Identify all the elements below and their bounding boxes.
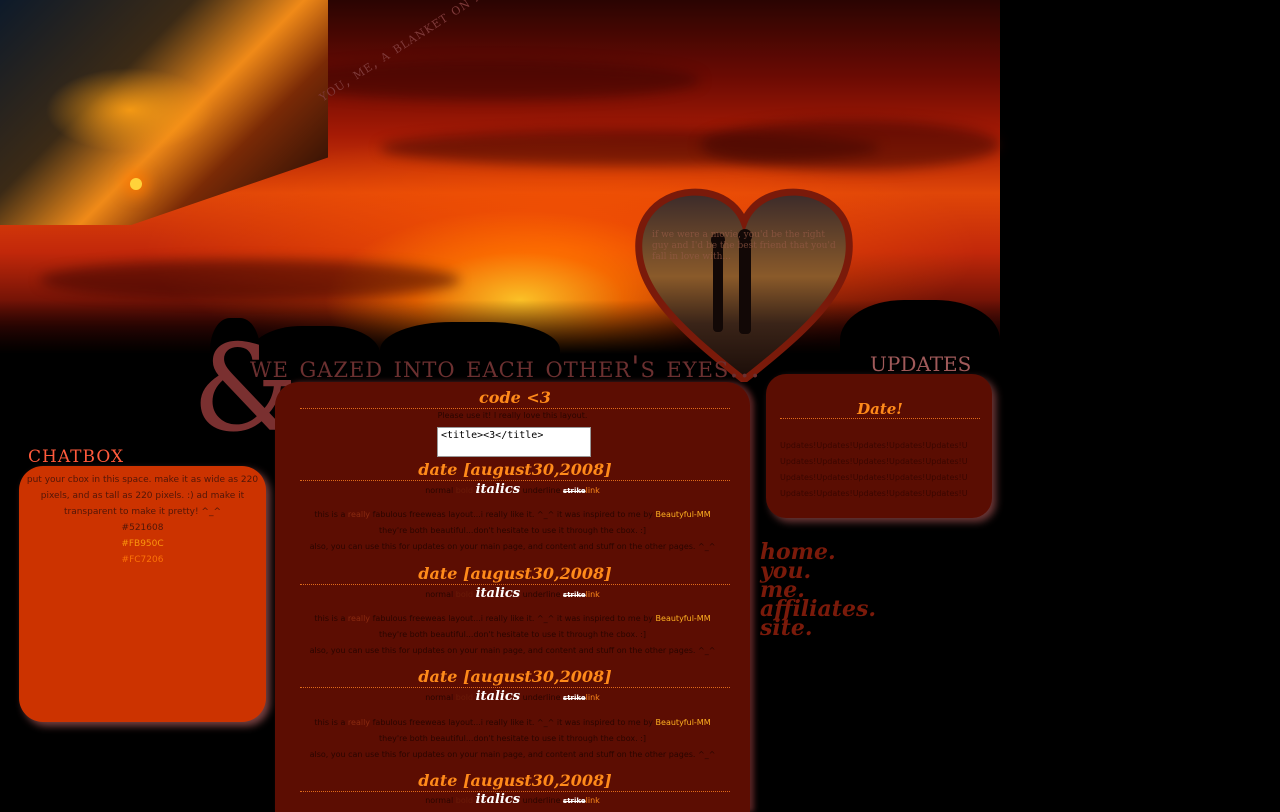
body-text: really — [347, 614, 371, 623]
updates-line: Updates!Updates!Updates!Updates!Updates!… — [780, 489, 968, 498]
italics-sample: italics — [475, 586, 521, 601]
code-note: Please use it! I really love this layout… — [437, 411, 588, 420]
entry-date: date [august30,2008] — [300, 667, 730, 688]
link-sample[interactable]: link — [586, 796, 600, 805]
italics-sample: italics — [475, 482, 521, 497]
underline-sample: underline — [522, 590, 561, 599]
body-text: they're both beautiful...don't hesitate … — [379, 526, 646, 535]
entry-body: this is a really fabulous freeweas layou… — [275, 611, 750, 659]
format-sample-row: normal bold italics underline strikelink — [275, 689, 750, 704]
italics-sample: italics — [475, 689, 521, 704]
body-text: fabulous freeweas layout...i really like… — [372, 614, 653, 623]
bold-sample: bold — [455, 693, 474, 702]
underline-sample: underline — [522, 486, 561, 495]
body-text: really — [347, 718, 371, 727]
body-text: also, you can use this for updates on yo… — [309, 646, 716, 655]
main-content-panel: code <3 Please use it! I really love thi… — [275, 382, 750, 812]
link-sample[interactable]: link — [586, 590, 600, 599]
color-code: #521608 — [121, 523, 164, 533]
updates-line: Updates!Updates!Updates!Updates!Updates!… — [780, 473, 968, 482]
strike-sample: strike — [563, 694, 586, 702]
body-text: really — [347, 510, 371, 519]
site-navigation: home. you. me. affiliates. site. — [760, 541, 876, 639]
strike-sample: strike — [563, 797, 586, 805]
chatbox-title: chatbox — [28, 440, 125, 468]
link-sample[interactable]: link — [586, 693, 600, 702]
chatbox-panel[interactable]: put your cbox in this space. make it as … — [19, 466, 266, 722]
entry-date: date [august30,2008] — [300, 460, 730, 481]
underline-sample: underline — [522, 796, 561, 805]
bold-sample: bold — [455, 590, 474, 599]
body-text: this is a — [314, 614, 346, 623]
format-sample-row: normal bold italics underline strikelink — [275, 586, 750, 601]
body-text: this is a — [314, 718, 346, 727]
link-sample[interactable]: link — [586, 486, 600, 495]
entry-body: this is a really fabulous freeweas layou… — [275, 715, 750, 763]
body-text: they're both beautiful...don't hesitate … — [379, 630, 646, 639]
strike-sample: strike — [563, 487, 586, 495]
normal-sample: normal — [425, 796, 454, 805]
strike-sample: strike — [563, 591, 586, 599]
entry-date: date [august30,2008] — [300, 771, 730, 792]
heart-caption: if we were a movie, you'd be the right g… — [652, 230, 836, 262]
color-code: #FB950C — [121, 539, 164, 549]
updates-panel: Date! Updates!Updates!Updates!Updates!Up… — [766, 374, 992, 518]
entry-body: this is a really fabulous freeweas layou… — [275, 507, 750, 555]
format-sample-row: normal bold italics underline strikelink — [275, 482, 750, 497]
credit-link[interactable]: Beautyful-MM — [656, 510, 711, 519]
updates-line: Updates!Updates!Updates!Updates!Updates!… — [780, 457, 968, 466]
color-code: #FC7206 — [121, 555, 164, 565]
entry-date: date [august30,2008] — [300, 564, 730, 585]
normal-sample: normal — [425, 693, 454, 702]
updates-text: Updates!Updates!Updates!Updates!Updates!… — [780, 438, 980, 502]
body-text: this is a — [314, 510, 346, 519]
body-text: also, you can use this for updates on yo… — [309, 542, 716, 551]
code-heading: code <3 — [300, 388, 730, 409]
body-text: they're both beautiful...don't hesitate … — [379, 734, 646, 743]
chatbox-description: put your cbox in this space. make it as … — [26, 475, 259, 517]
bold-sample: bold — [455, 486, 474, 495]
body-text: fabulous freeweas layout...i really like… — [372, 510, 653, 519]
bold-sample: bold — [455, 796, 474, 805]
updates-date: Date! — [780, 400, 980, 419]
normal-sample: normal — [425, 590, 454, 599]
credit-link[interactable]: Beautyful-MM — [656, 614, 711, 623]
body-text: also, you can use this for updates on yo… — [309, 750, 716, 759]
header-headline: we gazed into each other's eyes... — [250, 350, 761, 385]
credit-link[interactable]: Beautyful-MM — [656, 718, 711, 727]
underline-sample: underline — [522, 693, 561, 702]
normal-sample: normal — [425, 486, 454, 495]
updates-line: Updates!Updates!Updates!Updates!Updates!… — [780, 441, 968, 450]
body-text: fabulous freeweas layout...i really like… — [372, 718, 653, 727]
code-textarea[interactable]: <title><3</title> — [437, 427, 591, 457]
